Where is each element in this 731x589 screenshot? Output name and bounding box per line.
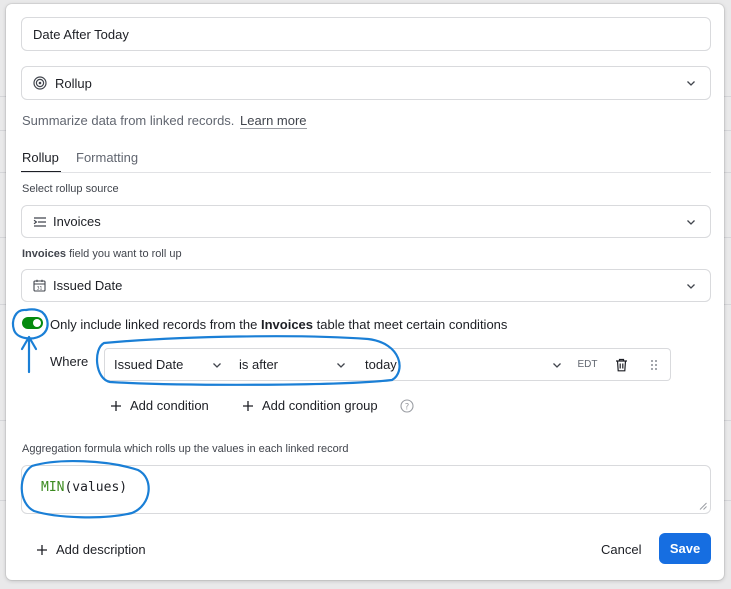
- rollup-field-label-rest: field you want to roll up: [66, 248, 182, 260]
- trash-icon: [615, 358, 627, 371]
- learn-more-link[interactable]: Learn more: [240, 113, 307, 129]
- rollup-description-text: Summarize data from linked records.: [22, 113, 235, 128]
- tab-formatting-label: Formatting: [76, 150, 139, 165]
- condition-field-value: Issued Date: [114, 357, 184, 372]
- rollup-source-label: Select rollup source: [22, 183, 119, 195]
- chevron-down-icon: [553, 362, 561, 368]
- tabs-divider: [21, 172, 711, 173]
- conditions-text-pre: Only include linked records from the: [50, 317, 261, 332]
- drag-handle-icon: [650, 359, 657, 370]
- rollup-field-label: Invoices field you want to roll up: [22, 248, 182, 260]
- plus-icon: [243, 400, 253, 411]
- condition-value-select[interactable]: today: [356, 348, 571, 381]
- rollup-icon: [33, 76, 47, 90]
- aggregation-label: Aggregation formula which rolls up the v…: [22, 443, 349, 455]
- field-config-dialog: Date After Today Rollup Summarize data f…: [6, 4, 724, 580]
- add-condition-label: Add condition: [130, 398, 209, 413]
- add-condition-button[interactable]: Add condition: [110, 398, 209, 413]
- rollup-source-select[interactable]: Invoices: [21, 205, 711, 238]
- svg-text:?: ?: [405, 402, 410, 412]
- rollup-field-label-table: Invoices: [22, 248, 67, 260]
- chevron-down-icon: [687, 81, 695, 86]
- condition-operator-select[interactable]: is after: [230, 348, 357, 381]
- rollup-field-value: Issued Date: [53, 278, 123, 293]
- formula-function: MIN: [41, 480, 65, 495]
- rollup-source-value: Invoices: [53, 214, 101, 229]
- timezone-badge-text: EDT: [577, 359, 598, 370]
- where-label: Where: [50, 354, 89, 369]
- chevron-down-icon: [687, 219, 695, 225]
- add-condition-group-label: Add condition group: [262, 398, 378, 413]
- conditions-text-post: table that meet certain conditions: [313, 317, 508, 332]
- condition-field-select[interactable]: Issued Date: [104, 348, 231, 381]
- chevron-down-icon: [687, 283, 695, 289]
- field-name-value: Date After Today: [33, 26, 129, 42]
- chevron-down-icon: [213, 362, 221, 368]
- save-button[interactable]: Save: [659, 533, 711, 564]
- add-description-label: Add description: [56, 542, 146, 557]
- delete-condition-button[interactable]: [605, 348, 638, 381]
- conditions-toggle[interactable]: [22, 317, 43, 329]
- add-condition-group-button[interactable]: Add condition group: [242, 398, 378, 413]
- plus-icon: [111, 400, 121, 411]
- tab-rollup-label: Rollup: [22, 150, 59, 165]
- field-name-input[interactable]: Date After Today: [21, 17, 711, 51]
- resize-handle-icon[interactable]: [699, 502, 707, 510]
- conditions-text-table: Invoices: [260, 317, 314, 332]
- field-type-select[interactable]: Rollup: [21, 66, 711, 100]
- plus-icon: [37, 544, 47, 555]
- rollup-description: Summarize data from linked records. Lear…: [22, 113, 307, 129]
- toggle-knob: [33, 319, 41, 327]
- linked-table-icon: [33, 216, 46, 227]
- condition-value-value: today: [365, 357, 397, 372]
- add-description-button[interactable]: Add description: [36, 542, 146, 557]
- field-type-label: Rollup: [55, 75, 92, 91]
- conditions-description: Only include linked records from the Inv…: [50, 317, 507, 332]
- formula-arguments: (values): [64, 480, 128, 495]
- save-button-label: Save: [669, 541, 701, 556]
- svg-text:31: 31: [37, 286, 43, 292]
- calendar-icon: 31: [33, 279, 46, 292]
- aggregation-formula-input[interactable]: MIN (values): [21, 465, 711, 514]
- tab-formatting[interactable]: Formatting: [76, 150, 138, 165]
- timezone-badge[interactable]: EDT: [570, 348, 606, 381]
- help-icon[interactable]: ?: [400, 399, 414, 413]
- cancel-button[interactable]: Cancel: [601, 542, 641, 557]
- chevron-down-icon: [337, 362, 345, 368]
- rollup-field-select[interactable]: 31 Issued Date: [21, 269, 711, 302]
- condition-operator-value: is after: [239, 357, 279, 372]
- drag-condition-handle[interactable]: [637, 348, 671, 381]
- tab-rollup[interactable]: Rollup: [22, 150, 59, 165]
